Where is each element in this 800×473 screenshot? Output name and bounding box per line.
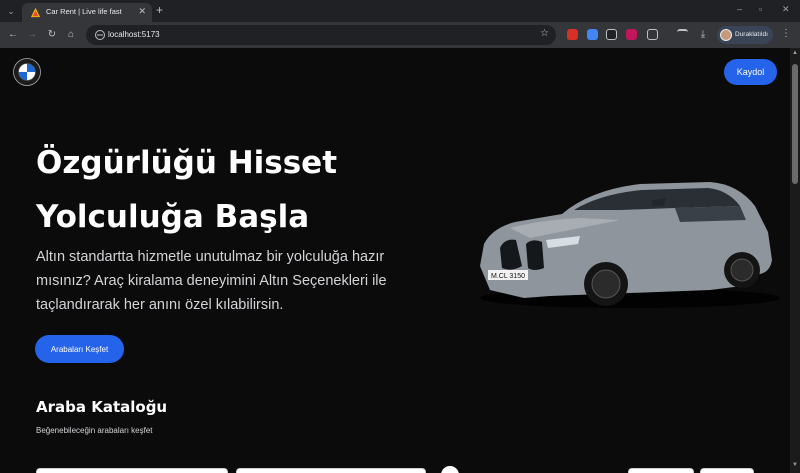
profile-button[interactable]: Duraklatıldı — [717, 26, 773, 44]
forward-icon[interactable]: → — [25, 28, 39, 42]
catalog-title: Araba Kataloğu — [36, 398, 168, 416]
license-plate-text: M.CL 3150 — [491, 273, 525, 280]
tab-search-icon[interactable]: ⌄ — [4, 4, 18, 18]
scrollbar-thumb[interactable] — [792, 64, 798, 184]
media-control-icon[interactable] — [677, 29, 688, 40]
signup-button[interactable]: Kaydol — [724, 59, 777, 85]
hero-title-line1: Özgürlüğü Hisset — [36, 145, 338, 181]
translate-extension-icon[interactable] — [587, 29, 598, 40]
year-filter-select[interactable] — [700, 468, 754, 473]
browser-chrome: ⌄ Car Rent | Live life fast ✕ + – ▫ ✕ ← … — [0, 0, 800, 48]
tab-strip: ⌄ Car Rent | Live life fast ✕ + – ▫ ✕ — [0, 0, 800, 22]
search-manufacturer-input[interactable] — [36, 468, 228, 473]
close-window-button[interactable]: ✕ — [782, 4, 790, 15]
dropper-extension-icon[interactable] — [606, 29, 617, 40]
scroll-down-icon[interactable]: ▼ — [792, 462, 798, 468]
tab-close-icon[interactable]: ✕ — [138, 6, 146, 17]
profile-status: Duraklatıldı — [735, 31, 768, 38]
extensions-puzzle-icon[interactable] — [647, 29, 658, 40]
browser-menu-icon[interactable]: ⋮ — [781, 28, 791, 39]
avatar — [720, 29, 732, 41]
new-tab-icon[interactable]: + — [156, 4, 163, 16]
home-icon[interactable]: ⌂ — [64, 28, 78, 42]
hero-title-line2: Yolculuğa Başla — [36, 199, 310, 235]
browser-tab[interactable]: Car Rent | Live life fast ✕ — [22, 3, 152, 22]
hero-title: Özgürlüğü Hisset Yolculuğa Başla — [36, 136, 456, 244]
page-scrollbar[interactable]: ▲ ▼ — [790, 48, 800, 473]
car-rent-favicon-icon — [30, 7, 41, 18]
explore-cars-button[interactable]: Arabaları Keşfet — [35, 335, 124, 363]
catalog-subtitle: Beğenebileceğin arabaları keşfet — [36, 426, 153, 435]
search-model-input[interactable] — [236, 468, 426, 473]
tab-title: Car Rent | Live life fast — [46, 7, 122, 16]
maximize-button[interactable]: ▫ — [759, 4, 762, 14]
search-button[interactable] — [441, 466, 459, 473]
back-icon[interactable]: ← — [6, 28, 20, 42]
hero-subtitle: Altın standartta hizmetle unutulmaz bir … — [36, 249, 387, 313]
site-info-icon[interactable] — [94, 29, 106, 41]
browser-toolbar: ← → ↻ ⌂ localhost:5173 ☆ ⤓ Duraklatıldı … — [0, 22, 800, 48]
fuel-filter-select[interactable] — [628, 468, 694, 473]
url-text: localhost:5173 — [108, 30, 160, 39]
reload-icon[interactable]: ↻ — [45, 28, 59, 42]
page-content: Kaydol Özgürlüğü Hisset Yolculuğa Başla … — [0, 48, 790, 473]
adblock-extension-icon[interactable] — [567, 29, 578, 40]
address-bar[interactable]: localhost:5173 ☆ — [86, 25, 556, 45]
download-icon[interactable]: ⤓ — [696, 28, 710, 42]
pen-extension-icon[interactable] — [626, 29, 637, 40]
hero-car-image: M.CL 3150 — [480, 182, 780, 308]
scroll-up-icon[interactable]: ▲ — [792, 50, 798, 56]
minimize-button[interactable]: – — [737, 4, 742, 14]
bmw-logo-icon[interactable] — [13, 58, 41, 86]
bookmark-star-icon[interactable]: ☆ — [540, 28, 549, 39]
